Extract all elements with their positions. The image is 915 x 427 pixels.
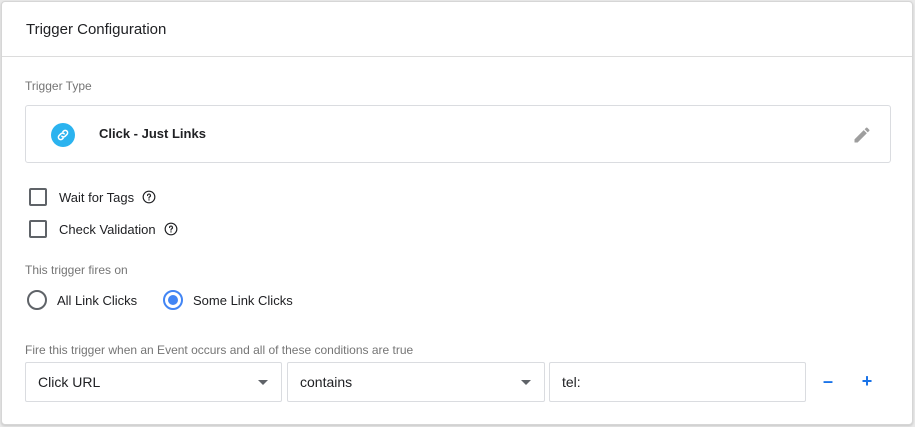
- chevron-down-icon: [521, 380, 531, 385]
- all-link-clicks-radio[interactable]: [27, 290, 47, 310]
- all-link-clicks-option: All Link Clicks: [27, 290, 137, 310]
- check-validation-label: Check Validation: [59, 221, 156, 237]
- trigger-type-label: Trigger Type: [25, 79, 92, 93]
- operator-select-value: contains: [300, 374, 353, 390]
- operator-select[interactable]: contains: [287, 362, 545, 402]
- variable-select-value: Click URL: [38, 374, 101, 390]
- chevron-down-icon: [258, 380, 268, 385]
- check-validation-checkbox[interactable]: [29, 220, 47, 238]
- wait-for-tags-option: Wait for Tags: [29, 188, 156, 206]
- wait-for-tags-checkbox[interactable]: [29, 188, 47, 206]
- edit-pencil-icon[interactable]: [850, 123, 874, 147]
- variable-select[interactable]: Click URL: [25, 362, 282, 402]
- wait-for-tags-label: Wait for Tags: [59, 189, 135, 205]
- trigger-type-name: Click - Just Links: [99, 126, 206, 141]
- all-link-clicks-label: All Link Clicks: [57, 292, 138, 308]
- trigger-configuration-card: Trigger Configuration Trigger Type Click…: [1, 1, 913, 425]
- conditions-label: Fire this trigger when an Event occurs a…: [25, 343, 414, 357]
- condition-value-input[interactable]: [549, 362, 806, 402]
- check-validation-option: Check Validation: [29, 220, 178, 238]
- link-icon: [51, 123, 75, 147]
- fires-on-label: This trigger fires on: [25, 263, 128, 277]
- trigger-type-selector[interactable]: Click - Just Links: [25, 105, 891, 163]
- some-link-clicks-radio[interactable]: [163, 290, 183, 310]
- radio-selected-dot: [168, 295, 178, 305]
- help-icon[interactable]: [164, 222, 178, 236]
- some-link-clicks-option: Some Link Clicks: [163, 290, 293, 310]
- card-title: Trigger Configuration: [2, 2, 912, 57]
- add-condition-button[interactable]: +: [855, 369, 879, 393]
- help-icon[interactable]: [142, 190, 156, 204]
- some-link-clicks-label: Some Link Clicks: [193, 292, 293, 308]
- remove-condition-button[interactable]: –: [816, 369, 840, 393]
